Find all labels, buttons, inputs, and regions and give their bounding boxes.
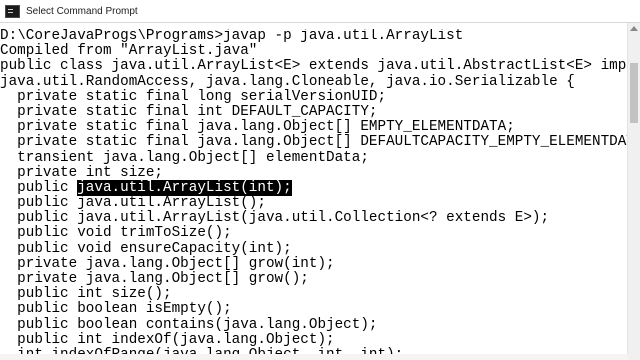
vertical-scrollbar[interactable] — [627, 23, 640, 360]
scrollbar-thumb[interactable] — [630, 63, 638, 123]
window-title: Select Command Prompt — [26, 5, 138, 17]
console-line: public boolean contains(java.lang.Object… — [0, 316, 378, 333]
console-line: private java.lang.Object[] grow(); — [0, 271, 309, 287]
console-line: private int size; — [0, 164, 164, 181]
console-line: public int size(); — [0, 286, 172, 303]
console-output[interactable]: D:\CoreJavaProgs\Programs>javap -p java.… — [0, 29, 628, 360]
console-line: private static final int DEFAULT_CAPACIT… — [0, 103, 378, 120]
console-line: private static final java.lang.Object[] … — [0, 119, 515, 136]
console-line: private java.lang.Object[] grow(int); — [0, 255, 335, 272]
console-line-text: public — [0, 179, 78, 196]
console-line: public java.util.ArrayList(); — [0, 195, 266, 212]
title-bar[interactable]: Select Command Prompt — [0, 0, 640, 23]
console-line: public boolean isEmpty(); — [0, 301, 232, 318]
console-line: public java.util.ArrayList(int); — [0, 179, 628, 196]
console-line: public int indexOf(java.lang.Object); — [0, 331, 335, 348]
command-prompt-window: Select Command Prompt D:\CoreJavaProgs\P… — [0, 0, 640, 360]
console-line: java.util.RandomAccess, java.lang.Clonea… — [0, 73, 575, 90]
scroll-up-arrow-icon[interactable] — [630, 26, 638, 31]
console-icon — [5, 4, 20, 18]
selected-text[interactable]: java.util.ArrayList(int); — [77, 179, 292, 196]
console-line: public java.util.ArrayList(java.util.Col… — [0, 210, 550, 227]
console-line: D:\CoreJavaProgs\Programs>javap -p java.… — [0, 29, 464, 44]
console-line: private static final java.lang.Object[] … — [0, 134, 628, 151]
console-line: public void ensureCapacity(int); — [0, 240, 292, 257]
console-line: transient java.lang.Object[] elementData… — [0, 149, 369, 166]
console-line: public class java.util.ArrayList<E> exte… — [0, 58, 628, 75]
console-line: public void trimToSize(); — [0, 225, 232, 242]
console-line: Compiled from "ArrayList.java" — [0, 43, 258, 60]
console-line: private static final long serialVersionU… — [0, 88, 387, 105]
bottom-edge — [0, 354, 628, 360]
